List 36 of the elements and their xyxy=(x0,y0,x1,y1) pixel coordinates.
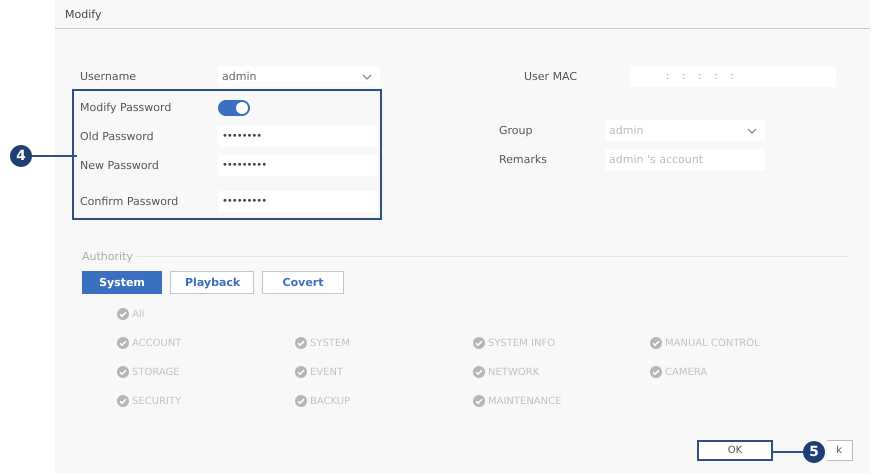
password-field[interactable]: ••••••••• xyxy=(218,191,378,212)
field-label: Old Password xyxy=(80,130,155,143)
field-label: Confirm Password xyxy=(80,195,180,208)
leader-line xyxy=(773,451,803,453)
checkbox-icon[interactable] xyxy=(473,337,485,349)
field-label: Modify Password xyxy=(80,101,172,114)
callout-badge: 4 xyxy=(10,145,32,167)
password-field[interactable]: •••••••• xyxy=(218,126,378,147)
checkbox-icon[interactable] xyxy=(117,395,129,407)
checkbox-icon[interactable] xyxy=(117,308,129,320)
checkbox-icon[interactable] xyxy=(295,366,307,378)
section-title: Authority xyxy=(82,250,133,263)
chevron-down-icon xyxy=(362,74,372,80)
checkbox-icon[interactable] xyxy=(117,366,129,378)
password-field[interactable]: ••••••••• xyxy=(218,155,378,176)
checkbox-icon[interactable] xyxy=(473,366,485,378)
field-label: New Password xyxy=(80,159,160,172)
toggle-switch[interactable] xyxy=(218,100,250,116)
field-label: Remarks xyxy=(499,153,548,166)
checkbox-icon[interactable] xyxy=(295,337,307,349)
tab[interactable]: Playback xyxy=(170,271,254,294)
checkbox-icon[interactable] xyxy=(117,337,129,349)
checkbox-icon[interactable] xyxy=(473,395,485,407)
field-label: Username xyxy=(80,70,138,83)
button[interactable]: OK xyxy=(697,440,773,461)
tab[interactable]: System xyxy=(82,271,162,294)
field-label: Group xyxy=(499,124,534,137)
dialog-title: Modify xyxy=(65,8,102,20)
checkbox-icon[interactable] xyxy=(650,366,662,378)
field-label: User MAC xyxy=(524,70,578,83)
checkbox-icon[interactable] xyxy=(295,395,307,407)
chevron-down-icon xyxy=(747,128,757,134)
dropdown-field[interactable]: admin xyxy=(218,66,380,87)
checkbox-icon[interactable] xyxy=(650,337,662,349)
button[interactable]: k xyxy=(827,440,853,461)
tab[interactable]: Covert xyxy=(262,271,344,294)
